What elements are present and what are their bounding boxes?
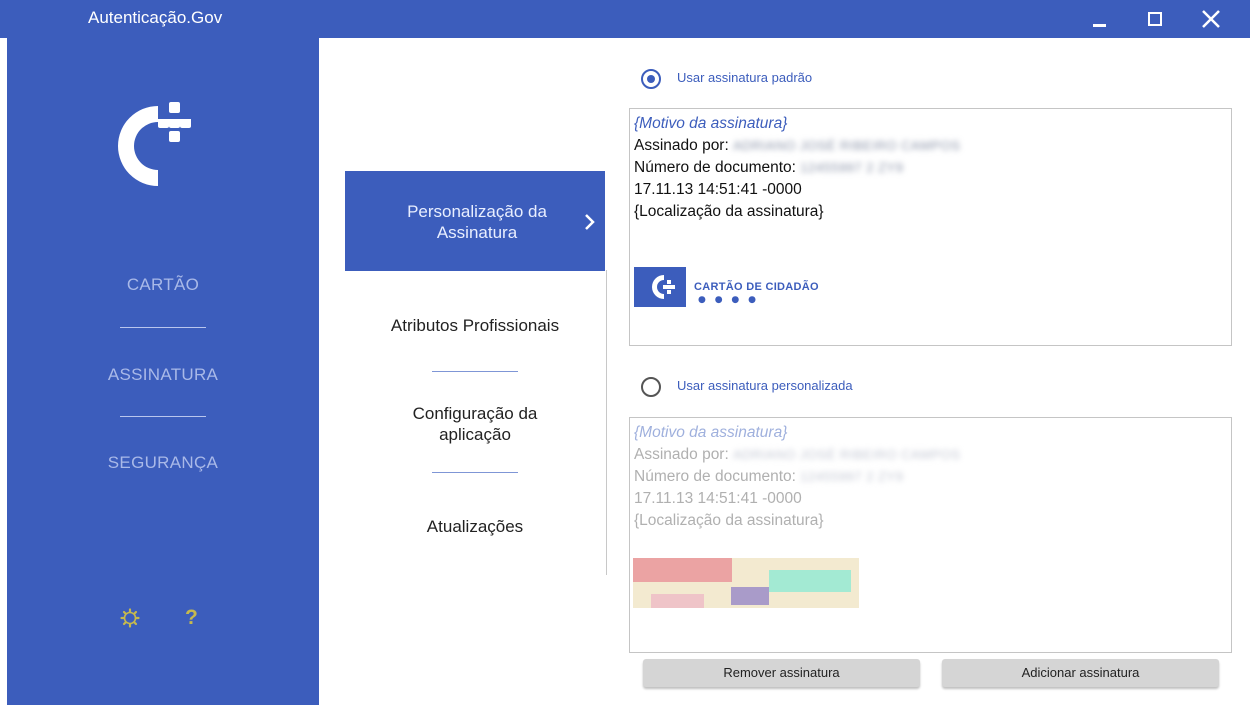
title-bar: Autenticação.Gov [0,0,1250,38]
minimize-button[interactable] [1085,6,1115,32]
sidebar-divider [120,416,206,417]
submenu-item-configuracao[interactable]: Configuração da aplicação [375,403,575,445]
signed-by-value: ADRIANO JOSÉ RIBEIRO CAMPOS [733,447,961,462]
signature-datetime: 17.11.13 14:51:41 -0000 [634,181,802,198]
default-signature-label: Usar assinatura padrão [677,70,813,85]
doc-number-label: Número de documento: [634,468,796,485]
cartao-cidadao-logo-icon [634,267,686,307]
signature-reason: {Motivo da assinatura} [634,115,788,132]
remove-signature-button[interactable]: Remover assinatura [643,659,920,687]
signature-reason: {Motivo da assinatura} [634,424,788,441]
sidebar: CARTÃO ASSINATURA SEGURANÇA ? [7,38,319,705]
sidebar-item-assinatura[interactable]: ASSINATURA [7,365,319,385]
vertical-divider [606,270,607,575]
submenu-item-atributos[interactable]: Atributos Profissionais [345,315,605,336]
sidebar-item-seguranca[interactable]: SEGURANÇA [7,453,319,473]
signature-datetime: 17.11.13 14:51:41 -0000 [634,490,802,507]
submenu-divider [432,472,518,473]
sidebar-item-cartao[interactable]: CARTÃO [7,275,319,295]
signed-by-label: Assinado por: [634,137,729,154]
default-signature-preview: {Motivo da assinatura} Assinado por: ADR… [629,108,1232,346]
submenu-item-personalizacao[interactable]: Personalização da Assinatura [345,171,605,271]
sidebar-item-label: CARTÃO [126,275,200,294]
signed-by-label: Assinado por: [634,446,729,463]
custom-signature-image [633,558,859,608]
custom-signature-label: Usar assinatura personalizada [677,378,853,393]
close-icon [1202,10,1220,28]
radio-selected-icon [641,69,661,89]
submenu-item-label: Configuração da aplicação [412,404,538,444]
signature-location: {Localização da assinatura} [634,203,824,220]
help-icon[interactable]: ? [185,606,198,630]
doc-number-value: 12455997 2 ZY9 [800,469,904,484]
signature-location: {Localização da assinatura} [634,512,824,529]
submenu-item-label: Personalização da Assinatura [407,202,547,242]
close-button[interactable] [1196,6,1226,32]
custom-signature-preview: {Motivo da assinatura} Assinado por: ADR… [629,417,1232,653]
sidebar-item-label: ASSINATURA [107,365,219,384]
signed-by-value: ADRIANO JOSÉ RIBEIRO CAMPOS [733,138,961,153]
add-signature-button[interactable]: Adicionar assinatura [942,659,1219,687]
card-brand-dots: ● ● ● ● [698,295,759,305]
app-logo-icon [118,102,191,186]
submenu-item-label: Atualizações [426,517,524,536]
chevron-right-icon [585,214,595,230]
radio-unselected-icon [641,377,661,397]
doc-number-value: 12455997 2 ZY9 [800,160,904,175]
submenu-item-atualizacoes[interactable]: Atualizações [345,516,605,537]
sidebar-divider [120,327,206,328]
gear-icon[interactable] [120,608,140,628]
card-brand-text: CARTÃO DE CIDADÃO [694,281,819,293]
submenu-divider [432,371,518,372]
app-title: Autenticação.Gov [88,8,223,27]
submenu-item-label: Atributos Profissionais [390,316,560,335]
maximize-button[interactable] [1140,6,1170,32]
doc-number-label: Número de documento: [634,159,796,176]
sidebar-item-label: SEGURANÇA [107,453,219,472]
